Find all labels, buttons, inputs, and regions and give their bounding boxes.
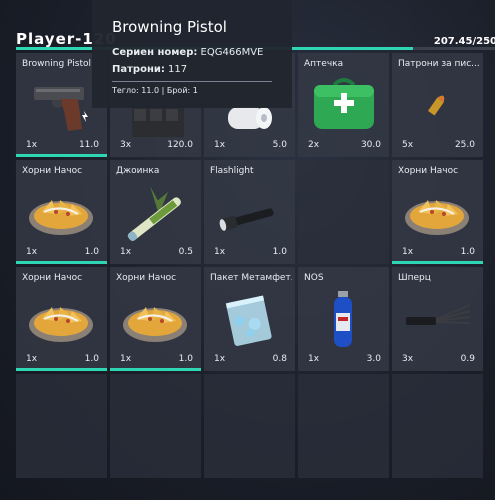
tooltip-ammo-row: Патрони: 117 [112,64,187,75]
inventory-slot-empty[interactable] [204,374,295,478]
item-name: Шперц [398,273,431,283]
inventory-grid: Browning Pistol 1x 11.0 3x 120.0 1x 5.0 … [16,53,495,500]
inventory-slot[interactable]: Пакет Метамфет... 1x 0.8 [204,267,295,371]
item-name: Flashlight [210,166,254,176]
item-quantity: 1x [402,247,414,257]
joint-icon [127,186,181,242]
inventory-slot[interactable]: Патрони за пис... 5x 25.0 [392,53,483,157]
item-quantity: 2x [308,140,320,150]
inventory-slot-empty[interactable] [298,160,389,264]
item-quantity: 1x [308,354,320,364]
nachos-icon [29,307,93,342]
item-name: Browning Pistol [22,59,91,69]
item-quantity: 5x [402,140,414,150]
serial-value: EQG466MVE [200,47,264,58]
item-quantity: 3x [402,354,414,364]
ammo-label: Патрони: [112,64,165,75]
item-weight: 1.0 [460,247,475,257]
durability-bar [16,261,107,264]
inventory-slot-empty[interactable] [392,374,483,478]
ammo-value: 117 [168,64,188,75]
item-quantity: 1x [214,354,226,364]
meth-bag-icon [225,295,272,346]
first-aid-kit-icon [314,78,374,129]
item-quantity: 1x [26,354,38,364]
item-quantity: 1x [26,140,38,150]
item-name: Хорни Начос [22,273,83,283]
item-weight: 120.0 [167,140,193,150]
item-weight: 1.0 [178,354,193,364]
item-name: Хорни Начос [398,166,459,176]
inventory-slot-empty[interactable] [298,374,389,478]
item-quantity: 1x [214,247,226,257]
item-name: Аптечка [304,59,344,69]
item-weight: 11.0 [78,140,99,150]
lockpick-icon [406,304,471,325]
nos-bottle-icon [334,291,352,347]
tooltip-divider [112,81,272,82]
tooltip-footer: Тегло: 11.0 | Брой: 1 [112,86,198,95]
item-weight: 3.0 [366,354,381,364]
durability-bar [16,154,107,157]
tooltip-serial-row: Сериен номер: EQG466MVE [112,47,263,58]
inventory-slot[interactable]: Джоинка 1x 0.5 [110,160,201,264]
item-weight: 0.5 [178,247,193,257]
nachos-icon [123,307,187,342]
nachos-icon [405,200,469,235]
item-quantity: 1x [120,354,132,364]
item-name: Джоинка [116,166,160,176]
durability-bar [110,368,201,371]
inventory-slot[interactable]: Хорни Начос 1x 1.0 [110,267,201,371]
item-weight: 0.9 [460,354,475,364]
item-quantity: 1x [214,140,226,150]
durability-bar [392,261,483,264]
item-weight: 0.8 [272,354,287,364]
inventory-slot-empty[interactable] [110,374,201,478]
item-name: Хорни Начос [116,273,177,283]
item-weight: 5.0 [272,140,287,150]
durability-bar [16,368,107,371]
item-weight: 1.0 [272,247,287,257]
inventory-slot[interactable]: Аптечка 2x 30.0 [298,53,389,157]
item-quantity: 1x [26,247,38,257]
item-name: NOS [304,273,324,283]
serial-label: Сериен номер: [112,47,198,58]
item-weight: 1.0 [84,247,99,257]
inventory-slot[interactable]: Flashlight 1x 1.0 [204,160,295,264]
item-tooltip: Browning Pistol Сериен номер: EQG466MVE … [92,0,292,108]
item-weight: 1.0 [84,354,99,364]
item-name: Пакет Метамфет... [210,273,292,283]
item-name: Патрони за пис... [398,59,480,69]
bullet-icon [427,95,445,116]
tooltip-title: Browning Pistol [112,18,227,36]
nachos-icon [29,200,93,235]
inventory-slot[interactable]: Хорни Начос 1x 1.0 [392,160,483,264]
inventory-slot[interactable]: Шперц 3x 0.9 [392,267,483,371]
inventory-slot-empty[interactable] [16,374,107,478]
inventory-slot[interactable]: Хорни Начос 1x 1.0 [16,160,107,264]
item-weight: 30.0 [360,140,381,150]
inventory-slot[interactable]: NOS 1x 3.0 [298,267,389,371]
item-weight: 25.0 [454,140,475,150]
flashlight-icon [219,208,274,231]
item-quantity: 3x [120,140,132,150]
item-name: Хорни Начос [22,166,83,176]
weight-readout: 207.45/250 [433,36,495,47]
item-quantity: 1x [120,247,132,257]
inventory-slot[interactable]: Хорни Начос 1x 1.0 [16,267,107,371]
